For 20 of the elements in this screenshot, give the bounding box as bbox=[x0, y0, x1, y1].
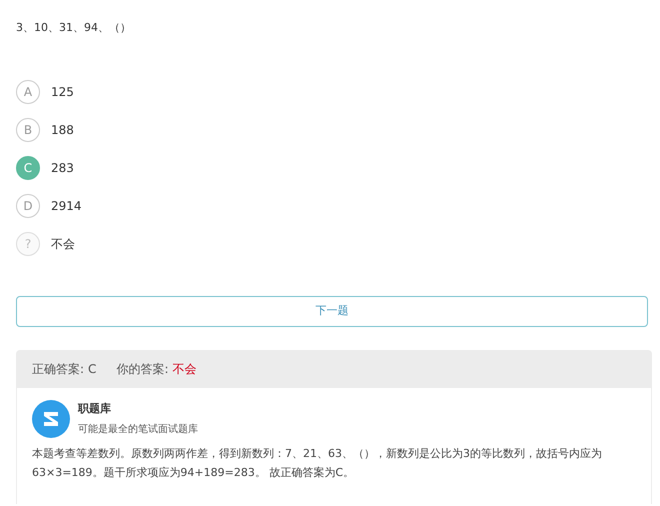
your-answer-value: 不会 bbox=[172, 361, 196, 378]
option-marker[interactable]: C bbox=[16, 156, 40, 180]
option-text[interactable]: 2914 bbox=[51, 197, 82, 215]
question-text: 3、10、31、94、（） bbox=[16, 20, 132, 36]
option-marker[interactable]: B bbox=[16, 118, 40, 142]
correct-answer-label: 正确答案: bbox=[32, 361, 84, 378]
option-text[interactable]: 125 bbox=[51, 83, 74, 101]
option-text[interactable]: 188 bbox=[51, 121, 74, 139]
source-name: 职题库 bbox=[78, 401, 112, 418]
correct-answer-value: C bbox=[88, 361, 96, 378]
option-marker[interactable]: A bbox=[16, 80, 40, 104]
logo-icon bbox=[32, 400, 70, 438]
your-answer-label: 你的答案: bbox=[116, 361, 168, 378]
option-marker[interactable]: D bbox=[16, 194, 40, 218]
option-marker[interactable]: ? bbox=[16, 232, 40, 256]
option-text[interactable]: 不会 bbox=[51, 235, 75, 253]
option-text[interactable]: 283 bbox=[51, 159, 74, 177]
next-button[interactable]: 下一题 bbox=[16, 296, 648, 327]
source-tagline: 可能是最全的笔试面试题库 bbox=[78, 422, 198, 437]
explanation-text: 本题考查等差数列。原数列两两作差，得到新数列：7、21、63、（），新数列是公比为3的等比数列，故括号内应为63×3=189。题干所求项应为94+189=283。 故正确答案为C。 bbox=[32, 446, 603, 481]
